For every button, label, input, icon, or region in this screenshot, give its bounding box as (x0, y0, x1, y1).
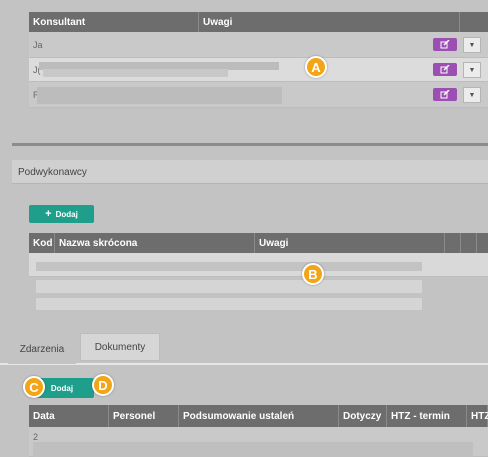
tab-dokumenty[interactable]: Dokumenty (80, 333, 160, 361)
edit-icon (440, 65, 450, 74)
header-nazwa: Nazwa skrócona (55, 233, 255, 253)
header-htz: HTZ (467, 405, 488, 427)
edit-icon (440, 40, 450, 49)
header-kod: Kod (29, 233, 55, 253)
caret-down-icon: ▼ (468, 41, 476, 49)
header-dotyczy: Dotyczy (339, 405, 387, 427)
redacted-text (36, 298, 422, 310)
header-uwagi: Uwagi (255, 233, 445, 253)
redacted-text (36, 262, 422, 271)
table-row[interactable]: J( ▼ (29, 58, 488, 82)
edit-icon (440, 90, 450, 99)
redacted-text (33, 442, 473, 457)
row-menu-button[interactable]: ▼ (463, 62, 481, 78)
table-row[interactable]: 2 (29, 427, 488, 457)
row-text: Ja (33, 39, 43, 50)
row-text: 2 (33, 432, 39, 442)
edit-button[interactable] (433, 88, 457, 101)
annotation-c: C (23, 376, 45, 398)
annotation-d: D (92, 374, 114, 396)
add-label: Dodaj (50, 383, 74, 393)
header-htz-termin: HTZ - termin (387, 405, 467, 427)
row-menu-button[interactable]: ▼ (463, 87, 481, 103)
header-personel: Personel (109, 405, 179, 427)
caret-down-icon: ▼ (468, 66, 476, 74)
plus-icon: + (45, 207, 52, 220)
header-uwagi: Uwagi (199, 12, 460, 32)
section-divider (12, 143, 488, 146)
redacted-text (43, 69, 228, 77)
table-row[interactable]: R ▼ (29, 82, 488, 108)
annotation-b: B (302, 263, 324, 285)
header-konsultant: Konsultant (29, 12, 199, 32)
header-action-col (445, 233, 461, 253)
consultants-table-header: Konsultant Uwagi (29, 12, 488, 32)
edit-button[interactable] (433, 63, 457, 76)
add-subcontractor-button[interactable]: + Dodaj (29, 205, 94, 223)
edit-button[interactable] (433, 38, 457, 51)
annotation-a: A (305, 56, 327, 78)
header-action-col (461, 233, 477, 253)
row-menu-button[interactable]: ▼ (463, 37, 481, 53)
add-label: Dodaj (55, 209, 78, 219)
caret-down-icon: ▼ (468, 91, 476, 99)
header-data: Data (29, 405, 109, 427)
subcontractors-table-header: Kod Nazwa skrócona Uwagi (29, 233, 488, 253)
events-table-header: Data Personel Podsumowanie ustaleń Dotyc… (29, 405, 488, 427)
subcontractors-title: Podwykonawcy (18, 167, 87, 178)
redacted-text (36, 280, 422, 293)
tab-zdarzenia[interactable]: Zdarzenia (8, 334, 76, 364)
table-row[interactable]: Ja ▼ (29, 32, 488, 58)
header-podsumowanie: Podsumowanie ustaleń (179, 405, 339, 427)
header-action-col (460, 12, 488, 32)
redacted-text (37, 87, 282, 104)
